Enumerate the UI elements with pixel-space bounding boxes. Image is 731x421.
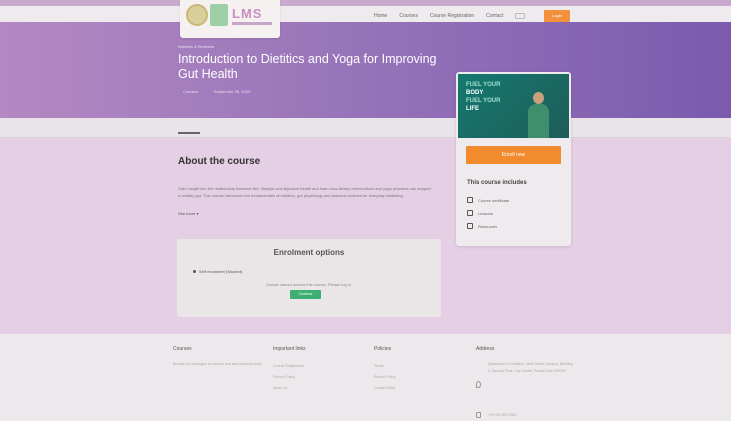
footer-heading: Important links	[273, 346, 306, 352]
bullet-icon	[193, 270, 196, 273]
seal-logo-icon	[186, 4, 208, 26]
site-footer: Courses Browse our catalogue of courses …	[0, 334, 731, 421]
main-nav: Home Courses Course Registration Contact…	[374, 10, 570, 22]
nav-courses[interactable]: Courses	[399, 13, 418, 19]
footer-link[interactable]: Refund Policy	[374, 372, 454, 383]
footer-courses-text: Browse our catalogue of courses and star…	[173, 362, 263, 366]
footer-address-text: Department of Nutrition, Main Street Cam…	[488, 362, 573, 373]
footer-heading: Address	[476, 346, 495, 352]
guest-access-note: Guests cannot access this course. Please…	[265, 282, 353, 287]
includes-item: Lessons	[467, 210, 493, 216]
course-title: Introduction to Dietitics and Yoga for I…	[178, 52, 437, 81]
includes-item: Resources	[467, 223, 497, 229]
phone-icon	[476, 412, 481, 418]
enrolment-title: Enrolment options	[273, 248, 345, 257]
footer-link[interactable]: Course Registration	[273, 361, 353, 372]
instructor-figure	[528, 92, 549, 138]
continue-button[interactable]: Continue	[290, 290, 321, 299]
instructor-head	[533, 92, 544, 104]
footer-link[interactable]: Privacy Policy	[273, 372, 353, 383]
footer-link[interactable]: Cookie Policy	[374, 383, 454, 394]
thumb-line-2: BODY	[466, 90, 484, 96]
nav-registration[interactable]: Course Registration	[430, 13, 474, 19]
course-category[interactable]: Courses	[183, 89, 198, 94]
footer-heading: Courses	[173, 346, 192, 352]
footer-link[interactable]: Terms	[374, 361, 454, 372]
nav-home[interactable]: Home	[374, 13, 387, 19]
about-heading: About the course	[178, 156, 261, 167]
certificate-icon	[467, 197, 473, 203]
partner-logo-icon	[210, 4, 228, 26]
footer-heading: Policies	[374, 346, 392, 352]
breadcrumb[interactable]: Nutrition & Wellness	[178, 44, 214, 49]
includes-item-label: Lessons	[478, 210, 493, 216]
enroll-now-button[interactable]: Enroll now	[466, 146, 561, 164]
footer-col-address: Address Department of Nutrition, Main St…	[476, 346, 576, 375]
cart-icon[interactable]	[515, 13, 526, 19]
course-thumbnail: FUEL YOUR BODY FUEL YOUR LIFE	[458, 74, 569, 138]
footer-col-links: Important links Course Registration Priv…	[273, 346, 353, 394]
course-tabs	[0, 118, 731, 138]
nav-contact[interactable]: Contact	[486, 13, 503, 19]
resources-icon	[467, 223, 473, 229]
footer-col-courses: Courses Browse our catalogue of courses …	[173, 346, 263, 368]
logo-underline	[232, 22, 272, 25]
instructor-body	[528, 104, 549, 138]
includes-item: Course certificate	[467, 197, 509, 203]
includes-item-label: Resources	[478, 223, 498, 229]
thumb-line-3: FUEL YOUR	[466, 98, 501, 104]
footer-phone[interactable]: +00 000 000 0000	[488, 413, 516, 417]
thumb-line-4: LIFE	[466, 106, 479, 112]
lms-logo-text: LMS	[232, 6, 263, 21]
enrolment-option-label: Self enrolment (Student)	[199, 269, 243, 274]
see-more-link[interactable]: See more ▾	[178, 211, 198, 216]
course-date: September 26, 2023	[213, 89, 251, 94]
site-header: Home Courses Course Registration Contact…	[0, 6, 731, 22]
thumb-line-1: FUEL YOUR	[466, 82, 501, 88]
includes-item-label: Course certificate	[478, 197, 510, 203]
course-hero: Nutrition & Wellness Introduction to Die…	[0, 22, 731, 118]
about-description: Gain insight into the relationship betwe…	[178, 186, 431, 198]
chevron-down-icon: ▾	[196, 211, 199, 216]
footer-link[interactable]: About Us	[273, 383, 353, 394]
see-more-label: See more	[178, 211, 196, 216]
tab-overview[interactable]	[178, 123, 200, 134]
enrolment-option[interactable]: Self enrolment (Student)	[193, 269, 242, 274]
login-button[interactable]: Login	[544, 10, 570, 22]
lessons-icon	[467, 210, 473, 216]
footer-col-policies: Policies Terms Refund Policy Cookie Poli…	[374, 346, 454, 394]
course-meta: Courses September 26, 2023	[183, 89, 250, 94]
location-pin-icon	[476, 381, 481, 388]
course-sidebar-card: FUEL YOUR BODY FUEL YOUR LIFE Enroll now…	[456, 72, 571, 246]
site-logo[interactable]: LMS	[180, 0, 280, 38]
includes-heading: This course includes	[467, 180, 527, 186]
enrolment-options-panel: Enrolment options Self enrolment (Studen…	[177, 239, 441, 317]
